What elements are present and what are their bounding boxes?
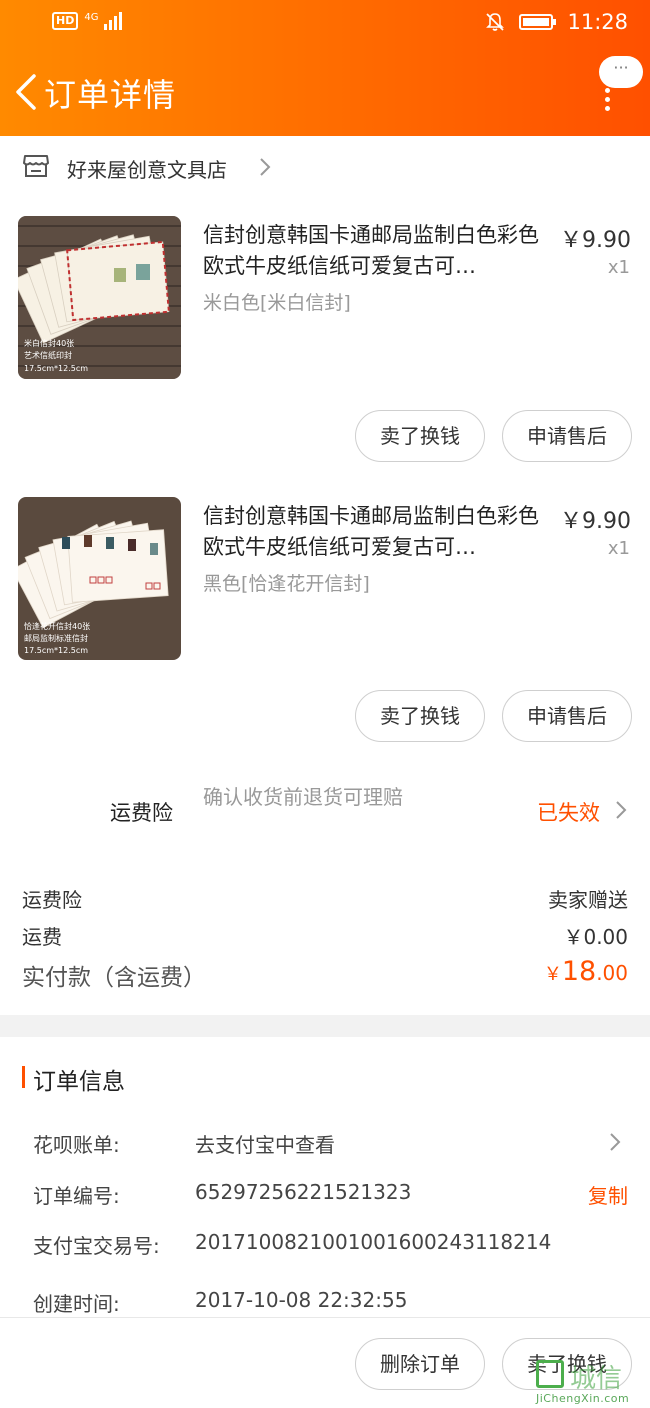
chevron-right-icon [610,1133,621,1151]
mute-bell-icon [486,13,505,31]
watermark-url: JiChengXin.com [536,1392,630,1405]
info-label: 支付宝交易号: [33,1234,160,1258]
total-paid-row: 实付款（含运费） ￥18.00 [22,956,628,992]
product-price: ￥9.90 [560,509,631,534]
fee-label: 运费 [22,925,62,949]
hd-badge: HD [52,12,79,30]
order-number-row: 订单编号: 65297256221521323 复制 [33,1180,630,1216]
app-header: HD 4G 11:28 订单详情 ··· [0,0,650,136]
product-price: ￥9.90 [560,228,631,253]
store-icon [23,155,49,177]
fee-value: 卖家赠送 [548,888,628,912]
battery-fill [523,18,550,26]
product-thumbnail[interactable]: 米白信封40张 艺术信纸印封 17.5cm*12.5cm [18,216,181,379]
info-label: 订单编号: [33,1184,120,1208]
total-integer: 18 [561,956,597,987]
insurance-status: 已失效 [537,801,600,825]
more-vertical-icon[interactable] [602,88,612,111]
total-decimal: .00 [596,961,628,985]
sell-for-cash-button[interactable]: 卖了换钱 [355,690,485,742]
huabei-bill-row[interactable]: 花呗账单: 去支付宝中查看 [33,1129,630,1165]
section-title: 订单信息 [33,1069,125,1095]
status-left: HD 4G [52,12,123,30]
svg-text:17.5cm*12.5cm: 17.5cm*12.5cm [24,364,88,373]
product-sku: 黑色[恰逢花开信封] [203,573,370,595]
battery-icon [519,14,557,30]
svg-text:艺术信纸印封: 艺术信纸印封 [24,350,72,360]
chevron-right-icon [616,801,627,819]
accent-bar [22,1066,25,1088]
delete-order-button[interactable]: 删除订单 [355,1338,485,1390]
envelope-photo-icon: 米白信封40张 艺术信纸印封 17.5cm*12.5cm [18,216,181,379]
copy-button[interactable]: 复制 [588,1180,628,1209]
status-right: 11:28 [485,10,628,34]
shipping-insurance-row[interactable]: 运费险 确认收货前退货可理赔 已失效 [0,775,650,845]
after-sale-button[interactable]: 申请售后 [502,690,632,742]
svg-text:邮局监制标准信封: 邮局监制标准信封 [24,633,88,643]
clock: 11:28 [567,10,628,34]
network-type: 4G [84,12,99,23]
product-item[interactable]: 米白信封40张 艺术信纸印封 17.5cm*12.5cm 信封创意韩国卡通邮局监… [0,216,650,406]
sell-for-cash-button[interactable]: 卖了换钱 [355,410,485,462]
insurance-label: 运费险 [110,801,173,825]
watermark-logo-icon [536,1360,564,1388]
product-title[interactable]: 信封创意韩国卡通邮局监制白色彩色欧式牛皮纸信纸可爱复古可… [203,220,553,282]
svg-text:米白信封40张: 米白信封40张 [24,338,74,348]
order-number: 65297256221521323 [195,1180,412,1204]
svg-text:恰逢花开信封40张: 恰逢花开信封40张 [24,621,90,631]
signal-icon [104,12,123,30]
product-item[interactable]: 恰逢花开信封40张 邮局监制标准信封 17.5cm*12.5cm 信封创意韩国卡… [0,497,650,687]
product-quantity: x1 [607,538,630,559]
fee-value: ￥0.00 [563,925,628,949]
shop-name: 好来屋创意文具店 [67,158,227,182]
status-bar: HD 4G 11:28 [0,0,650,48]
product-thumbnail[interactable]: 恰逢花开信封40张 邮局监制标准信封 17.5cm*12.5cm [18,497,181,660]
envelope-photo-icon: 恰逢花开信封40张 邮局监制标准信封 17.5cm*12.5cm [18,497,181,660]
total-amount: ￥18.00 [544,956,628,987]
alipay-trade-row: 支付宝交易号: 2017100821001001600243118214 [33,1230,630,1266]
info-label: 花呗账单: [33,1133,120,1157]
svg-text:17.5cm*12.5cm: 17.5cm*12.5cm [24,646,88,655]
total-label: 实付款（含运费） [22,965,206,991]
message-bubble-button[interactable]: ··· [599,56,643,88]
fee-row-shipping: 运费 ￥0.00 [22,921,628,950]
info-value: 去支付宝中查看 [195,1133,335,1157]
chevron-right-icon [260,158,271,176]
site-watermark: 城信 JiChengXin.com [532,1356,650,1408]
info-label: 创建时间: [33,1292,120,1316]
fee-label: 运费险 [22,888,82,912]
total-currency: ￥ [543,964,562,985]
product-sku: 米白色[米白信封] [203,292,351,314]
shop-row[interactable]: 好来屋创意文具店 [0,136,650,198]
product-quantity: x1 [607,257,630,278]
insurance-description: 确认收货前退货可理赔 [203,785,403,809]
back-arrow-icon[interactable] [12,72,38,112]
alipay-trade-number: 2017100821001001600243118214 [195,1230,552,1254]
created-time: 2017-10-08 22:32:55 [195,1288,408,1312]
after-sale-button[interactable]: 申请售后 [502,410,632,462]
section-divider [0,1015,650,1037]
page-title: 订单详情 [44,76,177,114]
product-title[interactable]: 信封创意韩国卡通邮局监制白色彩色欧式牛皮纸信纸可爱复古可… [203,501,553,563]
fee-row-insurance: 运费险 卖家赠送 [22,884,628,913]
watermark-text: 城信 [570,1364,623,1394]
